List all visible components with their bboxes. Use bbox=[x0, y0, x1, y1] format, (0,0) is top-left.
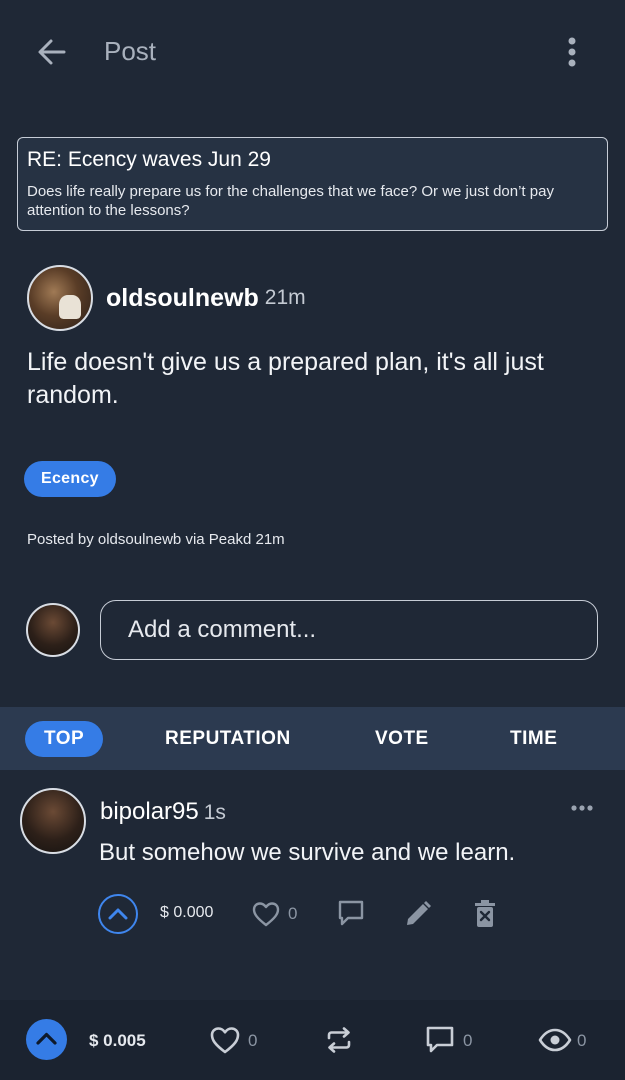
sort-tab-time[interactable]: TIME bbox=[510, 721, 557, 757]
arrow-left-icon[interactable] bbox=[34, 34, 70, 70]
comment-author-line: bipolar95 1s bbox=[100, 798, 226, 826]
post-author-row: oldsoulnewb 21m bbox=[27, 265, 306, 331]
heart-icon[interactable] bbox=[209, 1025, 241, 1055]
chevron-up-icon bbox=[108, 908, 128, 920]
author-avatar[interactable] bbox=[27, 265, 93, 331]
reblog-icon[interactable] bbox=[325, 1026, 353, 1054]
post-body: Life doesn't give us a prepared plan, it… bbox=[27, 348, 544, 409]
edit-icon[interactable] bbox=[403, 899, 433, 929]
post-like-count: 0 bbox=[248, 1031, 258, 1050]
comment-icon[interactable] bbox=[336, 899, 366, 927]
tag-chip[interactable]: Ecency bbox=[24, 461, 116, 497]
comment-input[interactable] bbox=[100, 600, 598, 660]
comment-sort-bar: TOP REPUTATION VOTE TIME bbox=[0, 707, 625, 770]
post-comment-count: 0 bbox=[463, 1031, 473, 1050]
post-payout[interactable]: $ 0.005 bbox=[89, 1031, 146, 1051]
delete-icon[interactable] bbox=[472, 899, 498, 929]
comment-time: 1s bbox=[203, 801, 226, 824]
sort-tab-reputation[interactable]: REPUTATION bbox=[165, 721, 291, 757]
posted-by-text: Posted by oldsoulnewb via Peakd 21m bbox=[27, 531, 285, 548]
more-horizontal-icon[interactable] bbox=[570, 804, 594, 812]
top-bar: Post bbox=[0, 0, 625, 104]
comment-payout[interactable]: $ 0.000 bbox=[160, 904, 213, 922]
chevron-up-icon bbox=[36, 1032, 57, 1045]
post-upvote-button[interactable] bbox=[26, 1019, 67, 1060]
parent-post-body: Does life really prepare us for the chal… bbox=[27, 183, 554, 219]
comment-like-count: 0 bbox=[288, 904, 298, 923]
post-view-count: 0 bbox=[577, 1031, 587, 1050]
comment-actions: $ 0.000 0 bbox=[98, 893, 518, 934]
parent-post-title: RE: Ecency waves Jun 29 bbox=[27, 148, 271, 171]
comment-author-avatar[interactable] bbox=[20, 788, 86, 854]
post-time: 21m bbox=[264, 286, 306, 309]
sort-tab-vote[interactable]: VOTE bbox=[375, 721, 429, 757]
heart-icon[interactable] bbox=[251, 900, 281, 928]
bottom-action-bar: $ 0.005 0 0 0 bbox=[0, 1000, 625, 1080]
comment-body: But somehow we survive and we learn. bbox=[99, 839, 516, 866]
comment-author-name[interactable]: bipolar95 bbox=[100, 798, 199, 825]
current-user-avatar bbox=[26, 603, 80, 657]
more-vertical-icon[interactable] bbox=[560, 34, 584, 70]
comment-composer bbox=[26, 600, 600, 660]
sort-tab-top[interactable]: TOP bbox=[25, 721, 104, 757]
eye-icon bbox=[538, 1028, 572, 1052]
page-title: Post bbox=[104, 36, 157, 66]
upvote-button[interactable] bbox=[98, 894, 138, 934]
author-name[interactable]: oldsoulnewb bbox=[106, 284, 259, 313]
comment-icon[interactable] bbox=[424, 1025, 456, 1055]
parent-post-card[interactable]: RE: Ecency waves Jun 29 Does life really… bbox=[17, 137, 608, 231]
